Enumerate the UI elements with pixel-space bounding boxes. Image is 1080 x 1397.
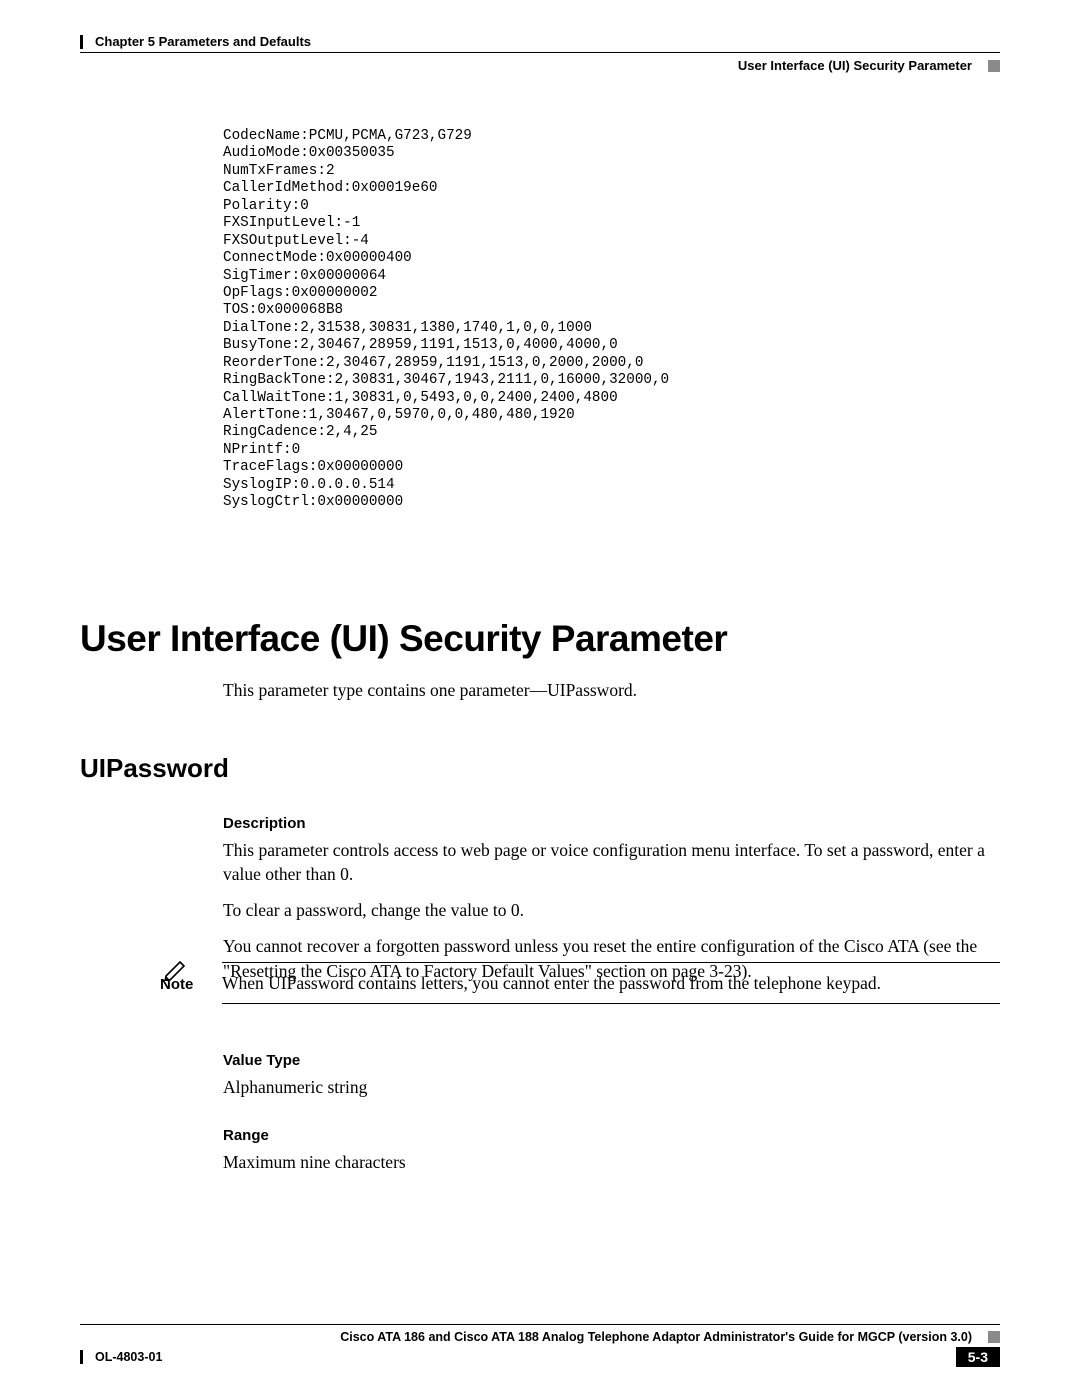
page-number-badge: 5-3 (956, 1347, 1000, 1367)
note-rule-bottom (222, 1003, 1000, 1004)
chapter-label: Chapter 5 Parameters and Defaults (95, 34, 311, 49)
footer-marker-icon (988, 1331, 1000, 1343)
page-header: Chapter 5 Parameters and Defaults User I… (80, 34, 1000, 73)
section-heading-h2: UIPassword (80, 753, 229, 784)
range-text: Maximum nine characters (223, 1150, 1000, 1174)
description-p2: To clear a password, change the value to… (223, 898, 1000, 922)
note-block: Note When UIPassword contains letters, y… (160, 962, 1000, 1004)
value-type-text: Alphanumeric string (223, 1075, 1000, 1099)
description-p1: This parameter controls access to web pa… (223, 838, 1000, 886)
note-text: When UIPassword contains letters, you ca… (222, 971, 881, 995)
range-section: Range Maximum nine characters (223, 1127, 1000, 1186)
header-marker-icon (988, 60, 1000, 72)
pencil-icon (163, 959, 189, 986)
value-type-section: Value Type Alphanumeric string (223, 1052, 1000, 1111)
description-label: Description (223, 815, 1000, 832)
header-bar-icon (80, 35, 83, 49)
footer-rule (80, 1324, 1000, 1325)
footer-title: Cisco ATA 186 and Cisco ATA 188 Analog T… (340, 1330, 972, 1344)
breadcrumb: User Interface (UI) Security Parameter (738, 58, 972, 73)
config-code-block: CodecName:PCMU,PCMA,G723,G729 AudioMode:… (223, 128, 669, 512)
page-footer: Cisco ATA 186 and Cisco ATA 188 Analog T… (80, 1324, 1000, 1367)
header-rule (80, 52, 1000, 53)
section-intro-text: This parameter type contains one paramet… (223, 680, 637, 701)
note-rule-top (222, 962, 1000, 963)
section-heading-h1: User Interface (UI) Security Parameter (80, 618, 727, 660)
footer-doc-id: OL-4803-01 (95, 1350, 162, 1364)
footer-bar-icon (80, 1350, 83, 1364)
value-type-label: Value Type (223, 1052, 1000, 1069)
range-label: Range (223, 1127, 1000, 1144)
